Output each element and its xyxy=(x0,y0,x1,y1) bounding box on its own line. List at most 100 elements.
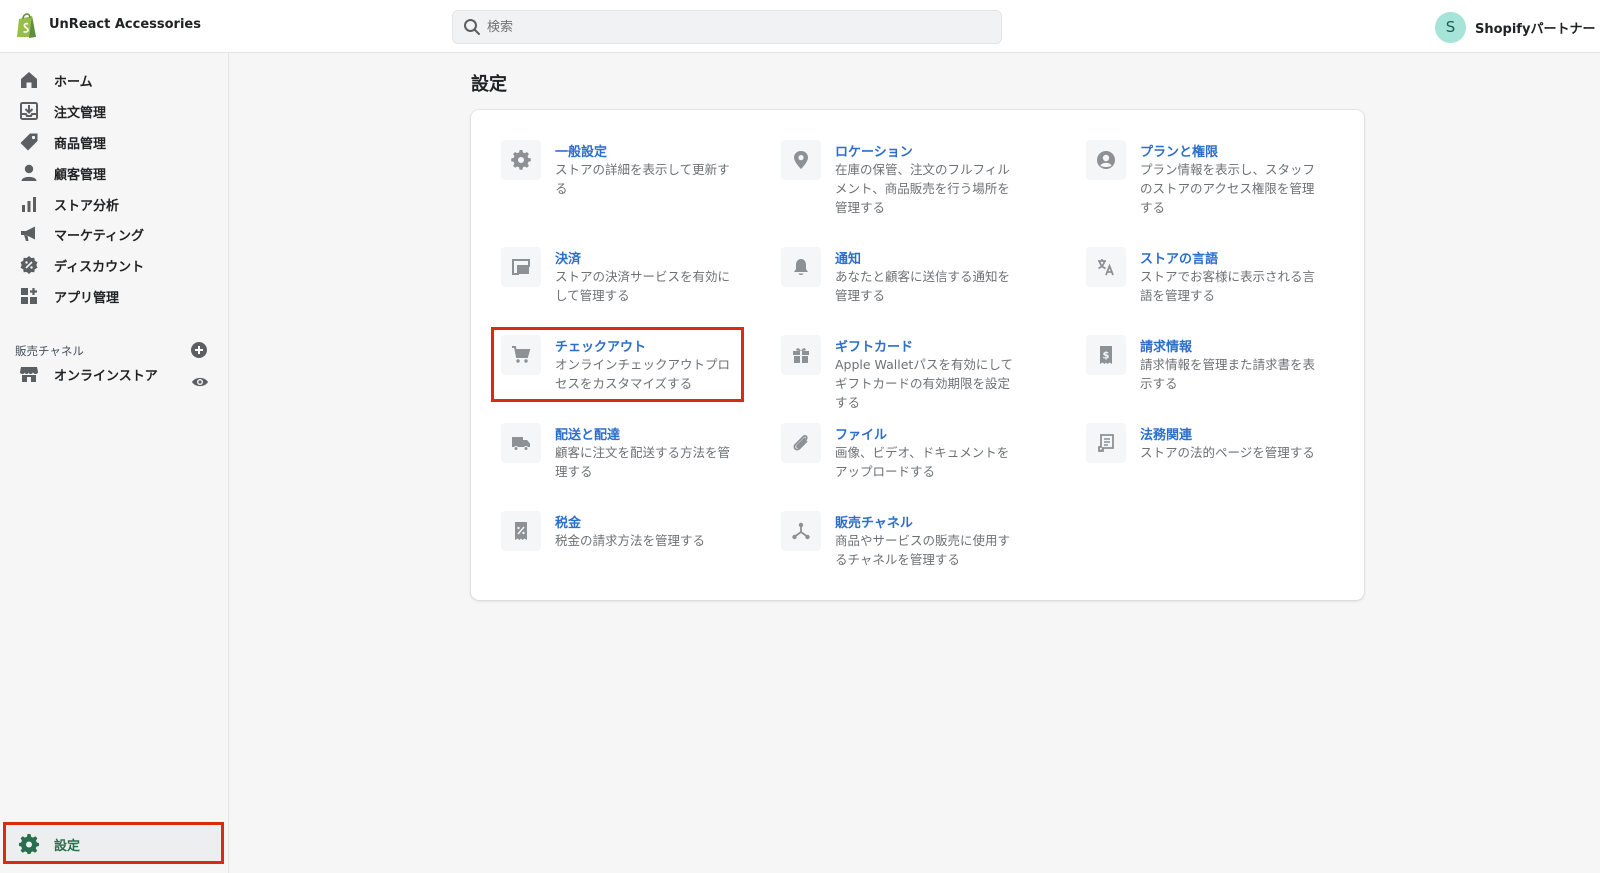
setting-shipping[interactable]: 配送と配達 顧客に注文を配送する方法を管理する xyxy=(501,423,761,503)
setting-description: 請求情報を管理また請求書を表示する xyxy=(1140,357,1316,391)
sales-channels-heading: 販売チャネル xyxy=(15,344,84,358)
billing-icon: $ xyxy=(1086,335,1126,375)
sidebar-item-label: ストア分析 xyxy=(54,198,120,214)
eye-icon[interactable] xyxy=(191,373,209,391)
setting-title[interactable]: 一般設定 xyxy=(555,141,607,160)
channels-icon xyxy=(781,511,821,551)
setting-general[interactable]: 一般設定 ストアの詳細を表示して更新する xyxy=(501,140,761,220)
discount-icon xyxy=(18,254,40,276)
setting-title[interactable]: チェックアウト xyxy=(555,336,646,355)
bell-icon xyxy=(781,247,821,287)
setting-description: あなたと顧客に送信する通知を管理する xyxy=(835,269,1011,303)
gear-icon xyxy=(501,140,541,180)
setting-title[interactable]: 配送と配達 xyxy=(555,424,620,443)
payment-card-icon xyxy=(501,247,541,287)
sidebar-item-apps[interactable]: アプリ管理 xyxy=(18,284,218,308)
search-icon xyxy=(464,19,480,35)
sidebar-item-analytics[interactable]: ストア分析 xyxy=(18,192,218,216)
tag-icon xyxy=(18,131,40,153)
apps-icon xyxy=(18,285,40,307)
setting-notifications[interactable]: 通知 あなたと顧客に送信する通知を管理する xyxy=(781,247,1041,327)
settings-label: 設定 xyxy=(54,838,81,854)
gear-icon xyxy=(18,833,40,855)
setting-title[interactable]: 請求情報 xyxy=(1140,336,1192,355)
setting-description: ストアの法的ページを管理する xyxy=(1140,445,1315,460)
setting-payments[interactable]: 決済 ストアの決済サービスを有効にして管理する xyxy=(501,247,761,327)
setting-title[interactable]: 通知 xyxy=(835,248,861,267)
page-title: 設定 xyxy=(471,74,507,95)
megaphone-icon xyxy=(18,223,40,245)
sidebar-item-products[interactable]: 商品管理 xyxy=(18,130,218,154)
setting-description: ストアの決済サービスを有効にして管理する xyxy=(555,269,731,303)
cart-icon xyxy=(501,335,541,375)
setting-title[interactable]: ストアの言語 xyxy=(1140,248,1218,267)
setting-description: ストアの詳細を表示して更新する xyxy=(555,162,730,196)
add-channel-icon[interactable] xyxy=(190,341,208,359)
sidebar-item-home[interactable]: ホーム xyxy=(18,68,218,92)
setting-title[interactable]: 決済 xyxy=(555,248,581,267)
setting-files[interactable]: ファイル 画像、ビデオ、ドキュメントをアップロードする xyxy=(781,423,1041,503)
setting-title[interactable]: ギフトカード xyxy=(835,336,913,355)
setting-description: 画像、ビデオ、ドキュメントをアップロードする xyxy=(835,445,1010,479)
sidebar-item-online-store[interactable]: オンラインストア xyxy=(18,362,218,386)
sidebar-item-label: オンラインストア xyxy=(54,368,158,384)
sidebar-item-orders[interactable]: 注文管理 xyxy=(18,99,218,123)
sidebar-item-label: アプリ管理 xyxy=(54,290,120,306)
settings-nav-content: 設定 xyxy=(18,832,80,856)
sidebar-item-discounts[interactable]: ディスカウント xyxy=(18,253,218,277)
customer-icon xyxy=(18,162,40,184)
setting-description: ストアでお客様に表示される言語を管理する xyxy=(1140,269,1316,303)
setting-title[interactable]: 販売チャネル xyxy=(835,512,913,531)
sidebar-item-label: ホーム xyxy=(54,74,93,90)
setting-title[interactable]: ロケーション xyxy=(835,141,913,160)
setting-description: プラン情報を表示し、スタッフのストアのアクセス権限を管理する xyxy=(1140,162,1316,215)
sidebar-item-label: 注文管理 xyxy=(54,105,107,121)
setting-store-languages[interactable]: ストアの言語 ストアでお客様に表示される言語を管理する xyxy=(1086,247,1346,327)
sidebar: ホーム 注文管理 商品管理 顧客管理 ストア分析 マーケティング ディスカウント… xyxy=(0,53,229,873)
setting-title[interactable]: 法務関連 xyxy=(1140,424,1192,443)
truck-icon xyxy=(501,423,541,463)
search-bar[interactable] xyxy=(452,10,1002,44)
setting-description: 在庫の保管、注文のフルフィルメント、商品販売を行う場所を管理する xyxy=(835,162,1010,215)
search-input[interactable] xyxy=(487,11,987,43)
setting-title[interactable]: プランと権限 xyxy=(1140,141,1218,160)
sidebar-item-label: マーケティング xyxy=(54,228,144,244)
setting-description: 商品やサービスの販売に使用するチャネルを管理する xyxy=(835,533,1011,567)
user-circle-icon xyxy=(1086,140,1126,180)
analytics-icon xyxy=(18,193,40,215)
sidebar-item-label: 顧客管理 xyxy=(54,167,107,183)
setting-legal[interactable]: 法務関連 ストアの法的ページを管理する xyxy=(1086,423,1346,503)
setting-title[interactable]: 税金 xyxy=(555,512,581,531)
sidebar-item-customers[interactable]: 顧客管理 xyxy=(18,161,218,185)
store-icon xyxy=(18,363,40,385)
paperclip-icon xyxy=(781,423,821,463)
svg-text:$: $ xyxy=(1103,351,1110,362)
setting-title[interactable]: ファイル xyxy=(835,424,887,443)
user-name[interactable]: Shopifyパートナー xyxy=(1475,18,1595,37)
setting-gift-cards[interactable]: ギフトカード Apple Walletパスを有効にしてギフトカードの有効期限を設… xyxy=(781,335,1041,415)
top-bar: UnReact Accessories S Shopifyパートナー xyxy=(0,0,1600,53)
sidebar-item-marketing[interactable]: マーケティング xyxy=(18,222,218,246)
legal-document-icon xyxy=(1086,423,1126,463)
sidebar-item-label: 商品管理 xyxy=(54,136,107,152)
user-menu[interactable]: S Shopifyパートナー xyxy=(1435,11,1595,43)
home-icon xyxy=(18,69,40,91)
setting-description: オンラインチェックアウトプロセスをカスタマイズする xyxy=(555,357,731,391)
setting-description: 顧客に注文を配送する方法を管理する xyxy=(555,445,731,479)
shopify-logo-icon[interactable] xyxy=(15,13,39,39)
translate-icon xyxy=(1086,247,1126,287)
setting-taxes[interactable]: 税金 税金の請求方法を管理する xyxy=(501,511,761,591)
setting-description: Apple Walletパスを有効にしてギフトカードの有効期限を設定する xyxy=(835,357,1013,410)
sidebar-item-label: ディスカウント xyxy=(54,259,145,275)
settings-card: 一般設定 ストアの詳細を表示して更新する ロケーション 在庫の保管、注文のフルフ… xyxy=(471,110,1364,600)
orders-icon xyxy=(18,100,40,122)
setting-plan-permissions[interactable]: プランと権限 プラン情報を表示し、スタッフのストアのアクセス権限を管理する xyxy=(1086,140,1346,220)
sidebar-item-settings[interactable]: 設定 xyxy=(3,822,224,864)
setting-locations[interactable]: ロケーション 在庫の保管、注文のフルフィルメント、商品販売を行う場所を管理する xyxy=(781,140,1041,220)
setting-billing[interactable]: $ 請求情報 請求情報を管理また請求書を表示する xyxy=(1086,335,1346,415)
store-name[interactable]: UnReact Accessories xyxy=(49,17,201,32)
avatar[interactable]: S xyxy=(1435,11,1466,43)
setting-sales-channels[interactable]: 販売チャネル 商品やサービスの販売に使用するチャネルを管理する xyxy=(781,511,1041,591)
setting-checkout[interactable]: チェックアウト オンラインチェックアウトプロセスをカスタマイズする xyxy=(501,335,761,415)
setting-description: 税金の請求方法を管理する xyxy=(555,533,706,548)
